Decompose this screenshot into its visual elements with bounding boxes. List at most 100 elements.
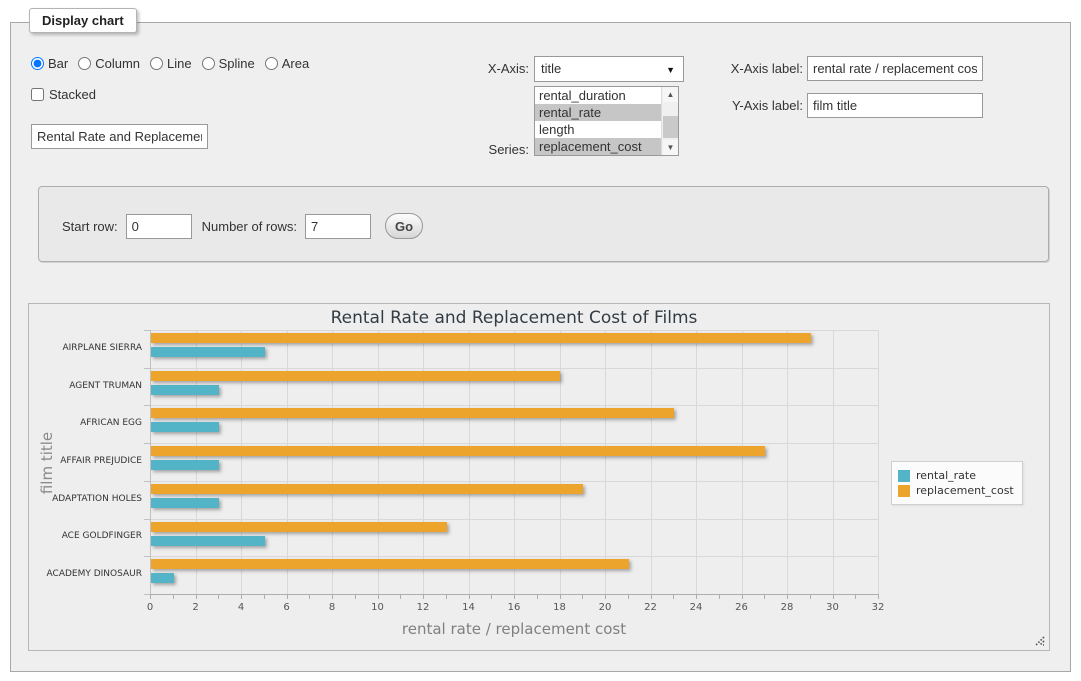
chart-type-label: Bar [48, 56, 68, 71]
x-axis-tick [469, 595, 470, 599]
series-option-length[interactable]: length [535, 121, 661, 138]
chart-type-label: Spline [219, 56, 255, 71]
category-label: AGENT TRUMAN [29, 381, 142, 391]
stacked-label: Stacked [49, 87, 96, 102]
chart-type-option-spline: Spline [202, 56, 255, 71]
legend-label: rental_rate [916, 469, 976, 482]
bar-replacement_cost [151, 484, 583, 494]
chart-title-input[interactable] [31, 124, 208, 149]
x-axis-tick [241, 595, 242, 599]
series-label: Series: [441, 137, 529, 163]
gridline-horizontal [150, 368, 878, 369]
category-label: ACE GOLDFINGER [29, 531, 142, 541]
x-axis-label-input[interactable] [807, 56, 983, 81]
num-rows-label: Number of rows: [202, 219, 297, 234]
go-button[interactable]: Go [385, 213, 423, 239]
x-axis-select[interactable]: title ▼ [534, 56, 684, 82]
bar-rental_rate [151, 498, 219, 508]
x-tick-label: 28 [772, 602, 802, 613]
rows-panel: Start row: Number of rows: Go [38, 186, 1049, 262]
x-tick-label: 18 [545, 602, 575, 613]
x-axis-tick [719, 595, 720, 599]
category-label: AFRICAN EGG [29, 418, 142, 428]
x-axis-selected-value: title [541, 61, 561, 76]
num-rows-input[interactable] [305, 214, 371, 239]
gridline-vertical [469, 330, 470, 594]
legend-item-replacement_cost[interactable]: replacement_cost [898, 484, 1014, 497]
x-tick-label: 22 [636, 602, 666, 613]
x-axis-tick [787, 595, 788, 599]
gridline-horizontal [150, 481, 878, 482]
bar-rental_rate [151, 536, 265, 546]
series-scrollbar[interactable]: ▲ ▼ [661, 87, 678, 155]
scroll-down-icon[interactable]: ▼ [663, 140, 678, 155]
bar-rental_rate [151, 422, 219, 432]
x-axis-tick [742, 595, 743, 599]
stacked-row: Stacked [31, 87, 96, 102]
x-axis-tick [514, 595, 515, 599]
y-axis-label-input[interactable] [807, 93, 983, 118]
x-axis-tick [332, 595, 333, 599]
bar-replacement_cost [151, 559, 629, 569]
x-axis-tick [537, 595, 538, 599]
x-tick-label: 2 [181, 602, 211, 613]
x-axis-tick [196, 595, 197, 599]
x-axis-title: rental rate / replacement cost [150, 620, 878, 638]
gridline-horizontal [150, 443, 878, 444]
bar-replacement_cost [151, 333, 811, 343]
series-option-replacement_cost[interactable]: replacement_cost [535, 138, 661, 155]
x-axis-tick [673, 595, 674, 599]
legend-swatch [898, 485, 910, 497]
legend-item-rental_rate[interactable]: rental_rate [898, 469, 1014, 482]
stacked-checkbox[interactable] [31, 88, 44, 101]
x-axis-tick [173, 595, 174, 599]
series-option-rental_duration[interactable]: rental_duration [535, 87, 661, 104]
gridline-vertical [241, 330, 242, 594]
display-chart-legend: Display chart [29, 8, 137, 33]
bar-replacement_cost [151, 446, 765, 456]
gridline-vertical [378, 330, 379, 594]
gridline-vertical [833, 330, 834, 594]
x-axis-tick [378, 595, 379, 599]
bar-replacement_cost [151, 522, 447, 532]
category-label: ADAPTATION HOLES [29, 494, 142, 504]
resize-handle-icon[interactable] [1032, 633, 1045, 646]
chart-type-radio-line[interactable] [150, 57, 163, 70]
bar-rental_rate [151, 385, 219, 395]
legend-swatch [898, 470, 910, 482]
series-option-rental_rate[interactable]: rental_rate [535, 104, 661, 121]
x-tick-label: 30 [818, 602, 848, 613]
gridline-vertical [514, 330, 515, 594]
start-row-label: Start row: [62, 219, 118, 234]
chart-type-radio-area[interactable] [265, 57, 278, 70]
x-axis-tick [150, 595, 151, 599]
gridline-vertical [332, 330, 333, 594]
scroll-up-icon[interactable]: ▲ [663, 87, 678, 102]
series-listbox[interactable]: rental_durationrental_ratelengthreplacem… [534, 86, 679, 156]
y-axis-title: film title [38, 431, 56, 495]
chart-type-radio-spline[interactable] [202, 57, 215, 70]
scrollbar-thumb[interactable] [663, 116, 678, 138]
x-tick-label: 6 [272, 602, 302, 613]
bar-replacement_cost [151, 371, 560, 381]
chart-type-radio-column[interactable] [78, 57, 91, 70]
page: Display chart BarColumnLineSplineArea St… [0, 0, 1081, 681]
chart-type-option-area: Area [265, 56, 309, 71]
gridline-horizontal [150, 330, 878, 331]
series-options: rental_durationrental_ratelengthreplacem… [535, 87, 661, 155]
rows-panel-controls: Start row: Number of rows: Go [62, 213, 423, 239]
x-axis-tick [287, 595, 288, 599]
x-tick-label: 32 [863, 602, 893, 613]
x-tick-label: 4 [226, 602, 256, 613]
x-tick-label: 10 [363, 602, 393, 613]
chart-type-label: Column [95, 56, 140, 71]
chart-type-radio-bar[interactable] [31, 57, 44, 70]
gridline-horizontal [150, 405, 878, 406]
gridline-vertical [787, 330, 788, 594]
gridline-vertical [605, 330, 606, 594]
y-axis-label-field-label: Y-Axis label: [711, 93, 803, 119]
start-row-input[interactable] [126, 214, 192, 239]
legend-label: replacement_cost [916, 484, 1014, 497]
x-axis-tick [400, 595, 401, 599]
x-axis-tick [491, 595, 492, 599]
